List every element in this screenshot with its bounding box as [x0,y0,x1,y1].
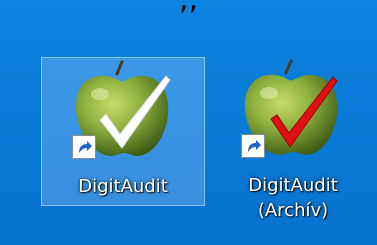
desktop-shortcut-digitaudit[interactable]: DigitAudit [41,57,205,206]
desktop-shortcut-digitaudit-archiv[interactable]: DigitAudit (Archív) [211,57,375,221]
shortcut-label-line-1: DigitAudit [248,175,338,196]
title-fragment: ,, [179,0,198,17]
shortcut-arrow-icon [241,134,265,158]
shortcut-label: DigitAudit [78,176,168,197]
shortcut-arrow-icon [72,135,96,159]
clipped-title-text: ,, [0,0,377,22]
desktop[interactable]: ,, DigitAudit [0,0,377,245]
shortcut-label-line-2: (Archív) [257,200,329,221]
shortcut-label: DigitAudit (Archív) [211,173,375,223]
